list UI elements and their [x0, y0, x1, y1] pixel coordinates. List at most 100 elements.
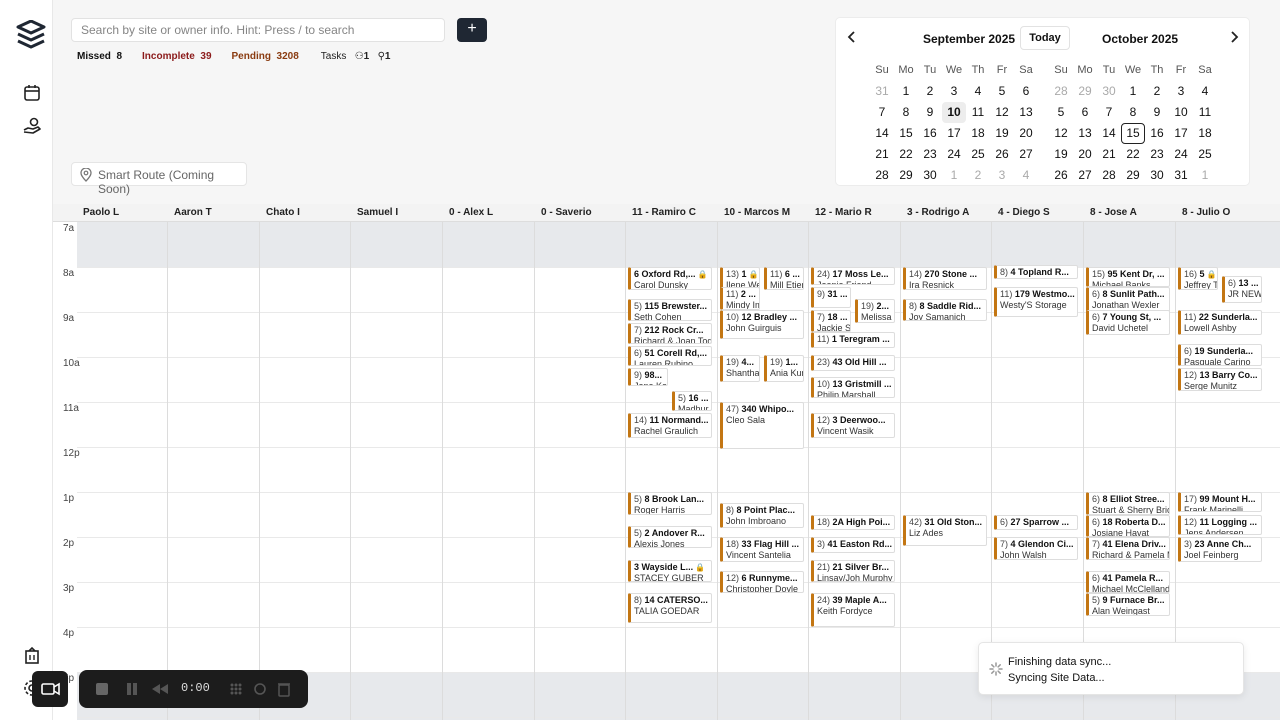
calendar-day[interactable]: 8 [1121, 102, 1145, 123]
calendar-day[interactable]: 10 [1169, 102, 1193, 123]
appointment-card[interactable]: 11) 2 ... Mindy Im [720, 287, 760, 310]
search-box[interactable] [71, 18, 445, 42]
appointment-card[interactable]: 24) 39 Maple A... Keith Fordyce [811, 593, 895, 627]
technician-column-header[interactable]: 10 - Marcos M [718, 204, 808, 222]
appointment-card[interactable]: 18) 2A High Poi... [811, 514, 895, 531]
appointment-card[interactable]: 5) 8 Brook Lan... Roger Harris [628, 492, 712, 515]
appointment-card[interactable]: 12) 11 Logging ... Jens Andersen [1178, 514, 1262, 535]
calendar-day[interactable]: 14 [1097, 123, 1121, 144]
appointment-card[interactable]: 21) 21 Silver Br... Linsay/Joh Murphy [811, 559, 895, 582]
stop-icon[interactable] [95, 682, 109, 696]
calendar-day[interactable]: 29 [1073, 81, 1097, 102]
calendar-day[interactable]: 30 [918, 165, 942, 186]
stat-tasks[interactable]: Tasks ⚇1 ⚲1 [321, 51, 391, 62]
calendar-day[interactable]: 15 [1121, 123, 1145, 144]
appointment-card[interactable]: 24) 17 Moss Le... Jeanie Friend [811, 267, 895, 285]
calendar-day[interactable]: 2 [1145, 81, 1169, 102]
calendar-day[interactable]: 16 [1145, 123, 1169, 144]
calendar-day[interactable]: 1 [1121, 81, 1145, 102]
calendar-day[interactable]: 18 [1193, 123, 1217, 144]
chevron-left-icon[interactable] [845, 30, 859, 44]
smart-route-button[interactable]: Smart Route (Coming Soon) [71, 162, 247, 196]
calendar-day[interactable]: 16 [918, 123, 942, 144]
appointment-card[interactable]: 10) 12 Bradley ... John Guirguis [720, 309, 804, 339]
calendar-day[interactable]: 22 [1121, 144, 1145, 165]
calendar-day[interactable]: 3 [942, 81, 966, 102]
calendar-day[interactable]: 24 [942, 144, 966, 165]
technician-column-header[interactable]: 8 - Jose A [1084, 204, 1174, 222]
calendar-day[interactable]: 29 [894, 165, 918, 186]
calendar-day[interactable]: 14 [870, 123, 894, 144]
appointment-card[interactable]: 8) 8 Saddle Rid... Joy Samanich [903, 298, 987, 321]
appointment-card[interactable]: 5) 9 Furnace Br... Alan Weingast [1086, 593, 1170, 616]
calendar-day[interactable]: 4 [966, 81, 990, 102]
technician-column-header[interactable]: 3 - Rodrigo A [901, 204, 991, 222]
appointment-card[interactable]: 3) 41 Easton Rd... [811, 537, 895, 553]
calendar-day[interactable]: 25 [1193, 144, 1217, 165]
technician-column-header[interactable]: 0 - Saverio [535, 204, 625, 222]
calendar-day[interactable]: 5 [1049, 102, 1073, 123]
appointment-card[interactable]: 14) 11 Normand... Rachel Graulich [628, 413, 712, 438]
calendar-day[interactable]: 27 [1014, 144, 1038, 165]
appointment-card[interactable]: 7) 41 Elena Driv... Richard & Pamela M [1086, 537, 1170, 560]
appointment-card[interactable]: 8) 8 Point Plac... John Imbroano [720, 503, 804, 528]
add-button[interactable]: + [457, 18, 487, 42]
appointment-card[interactable]: 11) 1 Teregram ... [811, 332, 895, 348]
calendar-day[interactable]: 30 [1145, 165, 1169, 186]
appointment-card[interactable]: 17) 99 Mount H... Frank Marinelli [1178, 492, 1262, 513]
stat-pending[interactable]: Pending 3208 [232, 51, 299, 62]
calendar-day[interactable]: 11 [966, 102, 990, 123]
calendar-day[interactable]: 8 [894, 102, 918, 123]
calendar-day[interactable]: 12 [1049, 123, 1073, 144]
calendar-day[interactable]: 19 [990, 123, 1014, 144]
appointment-card[interactable]: 6) 7 Young St, ... David Uchetel [1086, 309, 1170, 335]
technician-column-header[interactable]: 4 - Diego S [992, 204, 1082, 222]
calendar-day[interactable]: 31 [870, 81, 894, 102]
calendar-day[interactable]: 2 [918, 81, 942, 102]
calendar-day[interactable]: 6 [1073, 102, 1097, 123]
calendar-day[interactable]: 13 [1073, 123, 1097, 144]
calendar-day[interactable]: 7 [1097, 102, 1121, 123]
stat-missed[interactable]: Missed 8 [77, 51, 122, 62]
calendar-day[interactable]: 1 [894, 81, 918, 102]
calendar-day[interactable]: 2 [966, 165, 990, 186]
appointment-card[interactable]: 6) 19 Sunderla... Pasquale Carino [1178, 343, 1262, 366]
calendar-day[interactable]: 17 [942, 123, 966, 144]
appointment-card[interactable]: 7) 18 ...Jackie Sp [811, 309, 851, 333]
restart-icon[interactable] [253, 682, 267, 696]
grid-dots-icon[interactable] [229, 682, 243, 696]
building-icon[interactable] [22, 646, 42, 666]
appointment-card[interactable]: 16) 5 🔒 Jeffrey T [1178, 267, 1218, 290]
pause-icon[interactable] [125, 682, 139, 696]
appointment-card[interactable]: 3) 23 Anne Ch... Joel Feinberg [1178, 537, 1262, 562]
appointment-card[interactable]: 19) 1... Ania Kun [764, 354, 804, 382]
calendar-day[interactable]: 4 [1014, 165, 1038, 186]
appointment-card[interactable]: 12) 3 Deerwoo... Vincent Wasik [811, 413, 895, 438]
calendar-day[interactable]: 3 [990, 165, 1014, 186]
today-button[interactable]: Today [1020, 26, 1070, 50]
calendar-day[interactable]: 15 [894, 123, 918, 144]
technician-column-header[interactable]: Paolo L [77, 204, 167, 222]
calendar-day[interactable]: 28 [1097, 165, 1121, 186]
calendar-day[interactable]: 21 [1097, 144, 1121, 165]
appointment-card[interactable]: 3 Wayside L... 🔒 STACEY GUBER [628, 559, 712, 582]
camera-toggle[interactable] [32, 671, 68, 707]
trash-icon[interactable] [277, 681, 291, 697]
appointment-card[interactable]: 15) 95 Kent Dr, ... Michael Banks [1086, 267, 1170, 288]
appointment-card[interactable]: 11) 6 ... Mill Etien [764, 267, 804, 290]
calendar-day[interactable]: 11 [1193, 102, 1217, 123]
appointment-card[interactable]: 42) 31 Old Ston... Liz Ades [903, 514, 987, 546]
calendar-day[interactable]: 27 [1073, 165, 1097, 186]
appointment-card[interactable]: 19) 2...Melissa F [855, 298, 895, 324]
appointment-card[interactable]: 7) 4 Glendon Ci... John Walsh [994, 537, 1078, 560]
appointment-card[interactable]: 6) 41 Pamela R... Michael McClelland [1086, 570, 1170, 594]
appointment-card[interactable]: 6) 8 Sunlit Path... Jonathan Wexler [1086, 287, 1170, 312]
appointment-card[interactable]: 13) 1 🔒 Ilene Wei [720, 267, 760, 290]
calendar-day[interactable]: 20 [1073, 144, 1097, 165]
calendar-day[interactable]: 10 [942, 102, 966, 123]
appointment-card[interactable]: 8) 4 Topland R... [994, 264, 1078, 279]
appointment-card[interactable]: 10) 13 Gristmill ... Philip Marshall [811, 377, 895, 398]
technician-column-header[interactable]: Aaron T [168, 204, 258, 222]
calendar-day[interactable]: 26 [990, 144, 1014, 165]
appointment-card[interactable]: 12) 6 Runnyme... Christopher Doyle [720, 570, 804, 594]
